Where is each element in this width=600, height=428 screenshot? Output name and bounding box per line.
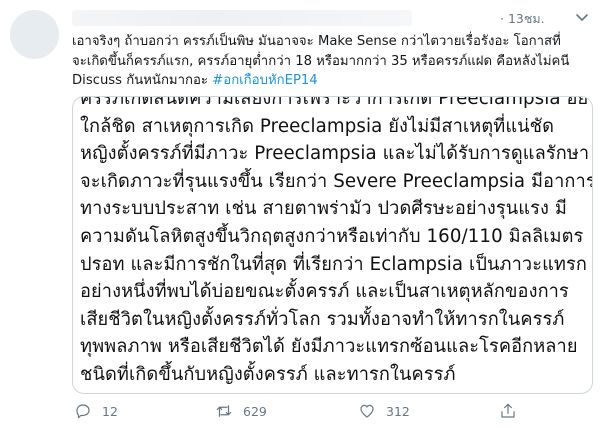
chevron-down-icon xyxy=(576,14,588,21)
image-text-line: เสียชีวิตในหญิงตั้งครรภ์ทั่วโลก รวมทั้งอ… xyxy=(80,308,565,330)
share-icon xyxy=(501,403,515,418)
attached-image-card[interactable]: ครรภ์เกิดสนิดความเสี่ยงการเพราะว่าการเกิ… xyxy=(72,96,593,394)
image-text-line: หญิงตั้งครรภ์ที่มีภาวะ Preeclampsia และไ… xyxy=(80,143,590,165)
tweet-menu-button[interactable] xyxy=(572,7,592,27)
image-text-line: ทางระบบประสาท เช่น สายตาพร่ามัว ปวดศีรษะ… xyxy=(80,198,567,220)
image-text: ครรภ์เกิดสนิดความเสี่ยงการเพราะว่าการเกิ… xyxy=(80,96,593,389)
retweet-count: 629 xyxy=(243,403,267,419)
tweet-text: เอาจริงๆ ถ้าบอกว่า ครรภ์เป็นพิษ มันอาจจะ… xyxy=(72,32,592,91)
tweet-text-line: เอาจริงๆ ถ้าบอกว่า ครรภ์เป็นพิษ มันอาจจะ… xyxy=(72,34,561,49)
like-count: 312 xyxy=(386,403,410,419)
share-button[interactable] xyxy=(499,400,517,422)
image-text-line: ใกล้ชิด สาเหตุการเกิด Preeclampsia ยังไม… xyxy=(80,115,555,137)
tweet-text-line: Discuss กันหนักมากอะ #อกเกือบหักEP14 xyxy=(72,71,592,91)
tweet-timestamp[interactable]: · 13ชม. xyxy=(500,9,545,29)
image-text-line: ชนิดที่เกิดขึ้นกับหญิงตั้งครรภ์ และทารกใ… xyxy=(80,363,456,385)
image-text-line: ปรอท และมีการชักในที่สุด ที่เรียกว่า Ecl… xyxy=(80,253,588,275)
heart-icon xyxy=(360,404,374,418)
tweet-actions: 12 629 312 xyxy=(72,398,592,426)
tweet-text-line: จะเกิดขึ้นก็ครรภ์แรก, ครรภ์อายุต่ำกว่า 1… xyxy=(72,53,570,69)
image-text-line: ครรภ์เกิดสนิดความเสี่ยงการเพราะว่าการเกิ… xyxy=(80,96,593,109)
image-text-line: ทุพพลภาพ หรือเสียชีวิตได้ ยังมีภาวะแทรกซ… xyxy=(80,336,578,358)
image-text-line: อย่างหนึ่งที่พบได้บ่อยขณะตั้งครรภ์ และเป… xyxy=(80,281,569,303)
image-text-line: จะเกิดภาวะที่รุนแรงขึ้น เรียกว่า Severe … xyxy=(80,170,593,192)
blurred-author-name[interactable] xyxy=(72,10,412,26)
like-button[interactable]: 312 xyxy=(358,400,410,422)
avatar[interactable] xyxy=(10,10,59,59)
reply-icon xyxy=(76,404,90,419)
reply-button[interactable]: 12 xyxy=(74,400,118,422)
tweet-text-line-end: Discuss กันหนักมากอะ xyxy=(72,73,209,88)
reply-count: 12 xyxy=(102,403,118,419)
retweet-icon xyxy=(216,405,232,417)
image-text-line: ความดันโลหิตสูงขึ้นวิกฤตสูงกว่าหรือเท่าก… xyxy=(80,225,584,247)
hashtag-link[interactable]: #อกเกือบหักEP14 xyxy=(212,73,317,88)
retweet-button[interactable]: 629 xyxy=(215,400,267,422)
tweet-header: · 13ชม. xyxy=(72,6,592,30)
